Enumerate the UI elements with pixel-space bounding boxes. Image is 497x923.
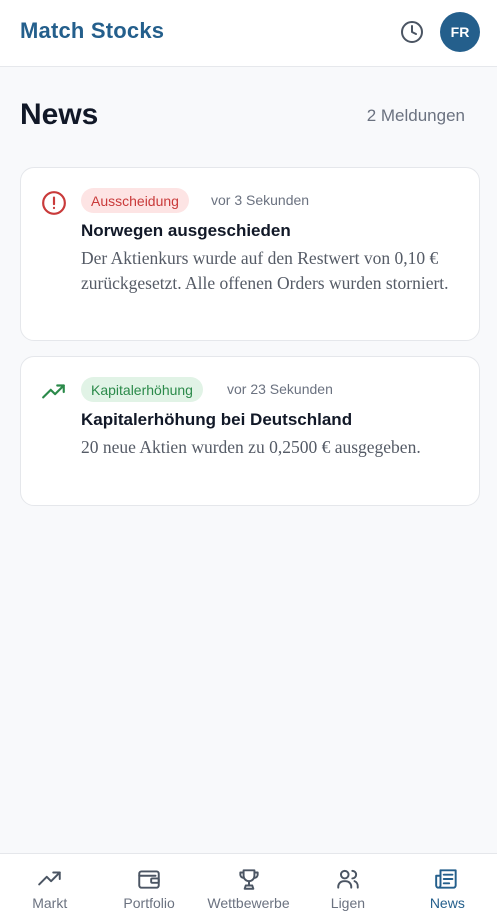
- trophy-icon: [238, 869, 259, 890]
- wallet-icon: [138, 870, 160, 889]
- nav-item-news[interactable]: News: [398, 854, 497, 923]
- news-card[interactable]: Kapitalerhöhung vor 23 Sekunden Kapitale…: [20, 356, 480, 506]
- nav-item-portfolio[interactable]: Portfolio: [99, 854, 198, 923]
- nav-label: News: [429, 895, 465, 911]
- news-card[interactable]: Ausscheidung vor 3 Sekunden Norwegen aus…: [20, 167, 480, 341]
- nav-item-wettbewerbe[interactable]: Wettbewerbe: [199, 854, 298, 923]
- news-text: Der Aktienkurs wurde auf den Restwert vo…: [81, 248, 449, 293]
- top-bar: Match Stocks FR: [0, 0, 497, 67]
- users-icon: [337, 869, 359, 889]
- alert-circle-icon: [42, 191, 66, 215]
- history-button[interactable]: [399, 19, 425, 45]
- news-count: 2 Meldungen: [366, 106, 465, 125]
- bottom-nav: Markt Portfolio Wettbewerbe Ligen News: [0, 853, 497, 923]
- nav-label: Ligen: [330, 895, 366, 911]
- news-text: 20 neue Aktien wurden zu 0,2500 € ausgeg…: [81, 437, 421, 457]
- news-title: Norwegen ausgeschieden: [81, 221, 291, 240]
- nav-label: Portfolio: [123, 895, 175, 911]
- category-badge: Kapitalerhöhung: [81, 377, 203, 402]
- nav-label: Markt: [32, 895, 68, 911]
- nav-item-ligen[interactable]: Ligen: [298, 854, 397, 923]
- category-badge: Ausscheidung: [81, 188, 189, 213]
- news-title: Kapitalerhöhung bei Deutschland: [81, 410, 353, 429]
- news-time: vor 3 Sekunden: [211, 192, 310, 208]
- nav-label: Wettbewerbe: [207, 895, 290, 911]
- nav-item-markt[interactable]: Markt: [0, 854, 99, 923]
- newspaper-icon: [435, 869, 457, 889]
- app-title[interactable]: Match Stocks: [20, 18, 164, 44]
- trending-up-icon: [37, 871, 61, 886]
- avatar[interactable]: FR: [440, 12, 480, 52]
- news-time: vor 23 Sekunden: [227, 381, 333, 397]
- clock-icon: [401, 21, 423, 43]
- trending-up-icon: [42, 384, 65, 399]
- page-title: News: [20, 98, 99, 131]
